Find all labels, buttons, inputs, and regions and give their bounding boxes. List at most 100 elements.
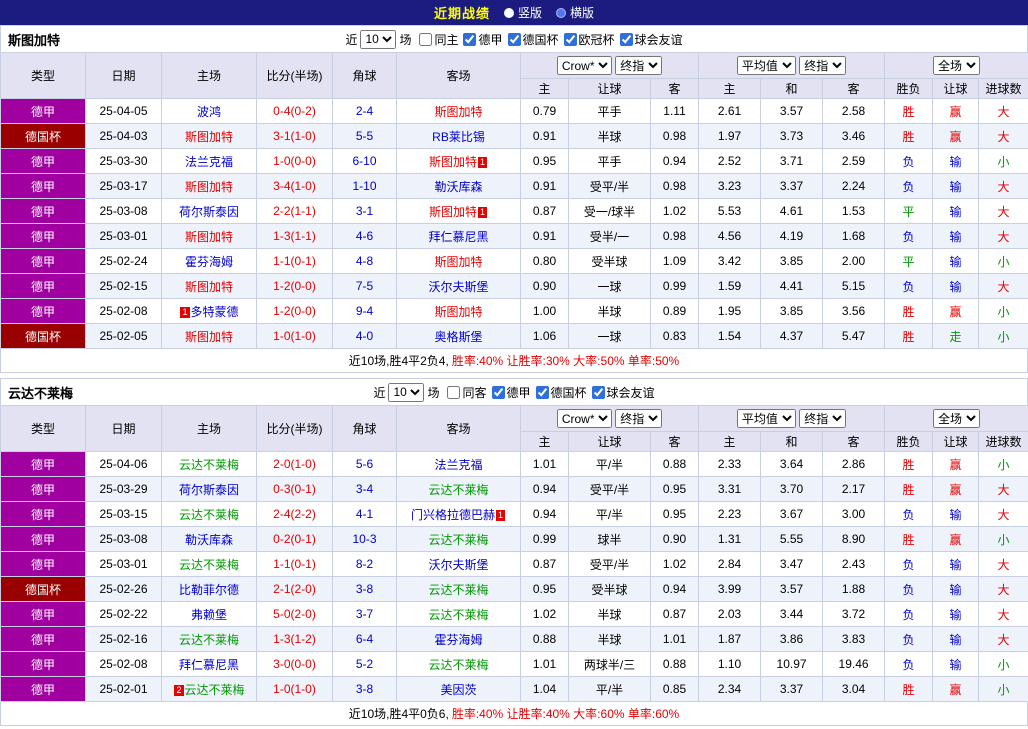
away-team[interactable]: 拜仁慕尼黑	[396, 223, 521, 249]
col-avg-home: 主	[698, 431, 762, 452]
home-team[interactable]: 波鸿	[161, 98, 257, 124]
score[interactable]: 1-3(1-1)	[256, 223, 333, 249]
filter-checkbox[interactable]: 球会友谊	[591, 384, 655, 401]
away-team[interactable]: 云达不莱梅	[396, 576, 521, 602]
away-team[interactable]: 云达不莱梅	[396, 601, 521, 627]
match-count-select[interactable]: 10	[360, 29, 397, 49]
score[interactable]: 1-0(0-0)	[256, 148, 333, 174]
away-team[interactable]: 斯图加特 1	[396, 148, 521, 174]
odds-company-select[interactable]: Crow*	[556, 409, 612, 428]
odds-home: 0.94	[520, 501, 569, 527]
home-team[interactable]: 斯图加特	[161, 323, 257, 349]
away-team[interactable]: RB莱比锡	[396, 123, 521, 149]
score[interactable]: 1-0(1-0)	[256, 323, 333, 349]
score[interactable]: 2-0(1-0)	[256, 451, 333, 477]
away-team[interactable]: 斯图加特	[396, 248, 521, 274]
home-team[interactable]: 勒沃库森	[161, 526, 257, 552]
filter-checkbox[interactable]: 德国杯	[535, 384, 587, 401]
home-team[interactable]: 云达不莱梅	[161, 626, 257, 652]
filter-checkbox[interactable]: 同客	[447, 384, 487, 401]
checkbox-input[interactable]	[619, 32, 633, 46]
score[interactable]: 3-4(1-0)	[256, 173, 333, 199]
result-outcome: 负	[884, 148, 934, 174]
away-team[interactable]: 门兴格拉德巴赫 1	[396, 501, 521, 527]
home-team[interactable]: 荷尔斯泰因	[161, 198, 257, 224]
score[interactable]: 1-2(0-0)	[256, 273, 333, 299]
score[interactable]: 2-1(2-0)	[256, 576, 333, 602]
filter-checkbox[interactable]: 欧冠杯	[563, 31, 615, 48]
match-row: 德甲 25-02-24 霍芬海姆 1-1(0-1) 4-8 斯图加特 0.80 受半球 1.09…	[0, 248, 1028, 274]
checkbox-input[interactable]	[591, 385, 605, 399]
home-team[interactable]: 云达不莱梅	[161, 501, 257, 527]
result-goals: 大	[978, 223, 1028, 249]
layout-radio-horizontal[interactable]: 横版	[556, 4, 594, 21]
near-label: 近	[345, 32, 358, 47]
checkbox-input[interactable]	[563, 32, 577, 46]
home-team[interactable]: 云达不莱梅	[161, 551, 257, 577]
home-team[interactable]: 1 多特蒙德	[161, 298, 257, 324]
score[interactable]: 1-1(0-1)	[256, 248, 333, 274]
checkbox-input[interactable]	[507, 32, 521, 46]
away-team[interactable]: 斯图加特	[396, 98, 521, 124]
score[interactable]: 5-0(2-0)	[256, 601, 333, 627]
avg-source-select[interactable]: 平均值	[736, 409, 796, 428]
away-team[interactable]: 奥格斯堡	[396, 323, 521, 349]
checkbox-input[interactable]	[463, 32, 477, 46]
score[interactable]: 0-2(0-1)	[256, 526, 333, 552]
checkbox-input[interactable]	[447, 385, 461, 399]
away-team[interactable]: 沃尔夫斯堡	[396, 551, 521, 577]
home-team[interactable]: 霍芬海姆	[161, 248, 257, 274]
score[interactable]: 1-1(0-1)	[256, 551, 333, 577]
filter-checkbox[interactable]: 同主	[419, 31, 458, 48]
score[interactable]: 3-0(0-0)	[256, 651, 333, 677]
score[interactable]: 1-3(1-2)	[256, 626, 333, 652]
score[interactable]: 2-4(2-2)	[256, 501, 333, 527]
filter-checkbox[interactable]: 德甲	[463, 31, 503, 48]
home-team[interactable]: 比勒菲尔德	[161, 576, 257, 602]
filter-checkbox[interactable]: 球会友谊	[619, 31, 683, 48]
period-select[interactable]: 全场	[933, 56, 981, 75]
away-team[interactable]: 云达不莱梅	[396, 651, 521, 677]
home-team[interactable]: 荷尔斯泰因	[161, 476, 257, 502]
filter-checkbox[interactable]: 德国杯	[507, 31, 559, 48]
filter-checkbox[interactable]: 德甲	[491, 384, 531, 401]
odds-company-select[interactable]: Crow*	[556, 56, 612, 75]
score[interactable]: 2-2(1-1)	[256, 198, 333, 224]
odds-away: 0.98	[649, 123, 700, 149]
score[interactable]: 1-0(1-0)	[256, 676, 333, 702]
score[interactable]: 0-4(0-2)	[256, 98, 333, 124]
home-team[interactable]: 云达不莱梅	[161, 451, 257, 477]
away-team[interactable]: 沃尔夫斯堡	[396, 273, 521, 299]
score[interactable]: 1-2(0-0)	[256, 298, 333, 324]
layout-radio-vertical[interactable]: 竖版	[503, 4, 542, 21]
match-count-select[interactable]: 10	[388, 382, 425, 402]
col-goals: 进球数	[978, 431, 1028, 452]
score[interactable]: 3-1(1-0)	[256, 123, 333, 149]
checkbox-input[interactable]	[535, 385, 549, 399]
away-team[interactable]: 斯图加特	[396, 298, 521, 324]
away-team[interactable]: 云达不莱梅	[396, 526, 521, 552]
home-team[interactable]: 弗赖堡	[161, 601, 257, 627]
avg-source-select[interactable]: 平均值	[736, 56, 796, 75]
avg-stage-select[interactable]: 终指	[799, 409, 847, 428]
home-team[interactable]: 斯图加特	[161, 123, 257, 149]
period-select[interactable]: 全场	[933, 409, 981, 428]
checkbox-input[interactable]	[419, 32, 433, 46]
odds-stage-select[interactable]: 终指	[615, 409, 663, 428]
score[interactable]: 0-3(0-1)	[256, 476, 333, 502]
home-team[interactable]: 斯图加特	[161, 173, 257, 199]
checkbox-input[interactable]	[491, 385, 505, 399]
odds-stage-select[interactable]: 终指	[615, 56, 663, 75]
away-team[interactable]: 霍芬海姆	[396, 626, 521, 652]
away-team[interactable]: 云达不莱梅	[396, 476, 521, 502]
avg-stage-select[interactable]: 终指	[799, 56, 847, 75]
away-team[interactable]: 美因茨	[396, 676, 521, 702]
home-team[interactable]: 2 云达不莱梅	[161, 676, 257, 702]
home-team[interactable]: 斯图加特	[161, 273, 257, 299]
away-team[interactable]: 勒沃库森	[396, 173, 521, 199]
home-team[interactable]: 法兰克福	[161, 148, 257, 174]
home-team[interactable]: 斯图加特	[161, 223, 257, 249]
away-team[interactable]: 斯图加特 1	[396, 198, 521, 224]
home-team[interactable]: 拜仁慕尼黑	[161, 651, 257, 677]
away-team[interactable]: 法兰克福	[396, 451, 521, 477]
